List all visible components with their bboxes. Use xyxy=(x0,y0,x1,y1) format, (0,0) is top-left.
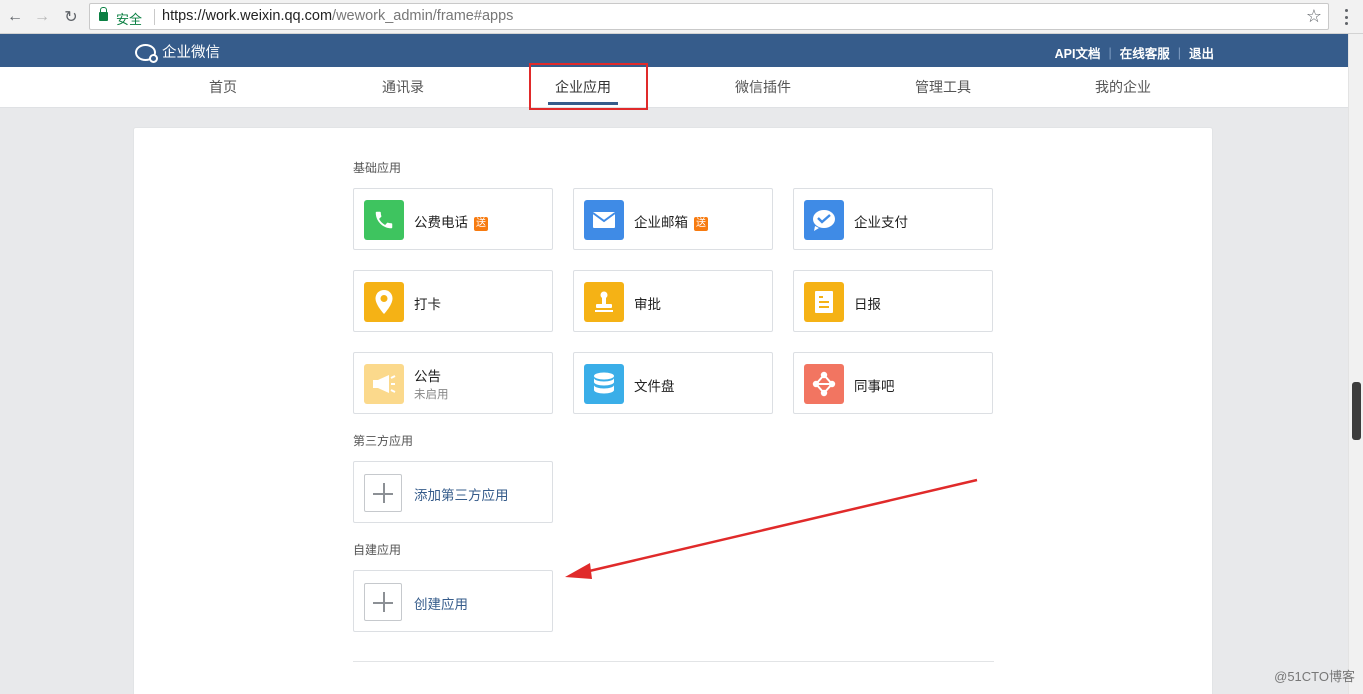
address-bar[interactable]: 安全 https://work.weixin.qq.com/wework_adm… xyxy=(89,3,1329,30)
logo-text: 企业微信 xyxy=(162,45,220,61)
browser-menu-icon[interactable] xyxy=(1338,7,1354,27)
api-docs-link[interactable]: API文档 xyxy=(1055,43,1101,62)
url-divider xyxy=(154,9,155,25)
header-links: API文档 | 在线客服 | 退出 xyxy=(1055,43,1214,62)
app-name: 日报 xyxy=(854,297,881,312)
logout-link[interactable]: 退出 xyxy=(1189,43,1214,62)
app-tile-enterprise-mail[interactable]: 企业邮箱送 xyxy=(573,188,773,250)
app-tile-announcement[interactable]: 公告 未启用 xyxy=(353,352,553,414)
database-icon xyxy=(584,364,624,404)
section-custom-apps: 自建应用 xyxy=(353,543,402,557)
wework-logo-icon xyxy=(135,43,158,63)
bookmark-star-icon[interactable]: ☆ xyxy=(1306,6,1322,27)
app-name: 文件盘 xyxy=(634,379,675,394)
add-third-party-app-button[interactable]: 添加第三方应用 xyxy=(353,461,553,523)
report-icon xyxy=(804,282,844,322)
app-tile-file-drive[interactable]: 文件盘 xyxy=(573,352,773,414)
page-scrollbar[interactable] xyxy=(1348,34,1363,694)
phone-icon xyxy=(364,200,404,240)
tab-wechat-plugin[interactable]: 微信插件 xyxy=(703,67,823,107)
gift-badge: 送 xyxy=(474,217,488,231)
app-name: 企业支付 xyxy=(854,215,908,230)
megaphone-icon xyxy=(364,364,404,404)
highlight-annotation-box xyxy=(529,63,648,110)
create-app-button[interactable]: 创建应用 xyxy=(353,570,553,632)
stamp-icon xyxy=(584,282,624,322)
browser-toolbar: ← → ↻ 安全 https://work.weixin.qq.com/wewo… xyxy=(0,0,1363,34)
back-arrow-icon[interactable]: ← xyxy=(4,6,26,28)
logo[interactable]: 企业微信 xyxy=(135,41,220,63)
main-nav: 首页 通讯录 企业应用 微信插件 管理工具 我的企业 xyxy=(0,67,1348,108)
app-name: 同事吧 xyxy=(854,379,895,394)
app-tile-approval[interactable]: 审批 xyxy=(573,270,773,332)
header-bar: 企业微信 API文档 | 在线客服 | 退出 xyxy=(0,34,1348,67)
network-icon xyxy=(804,364,844,404)
tab-contacts[interactable]: 通讯录 xyxy=(343,67,463,107)
plus-icon xyxy=(364,583,402,621)
watermark: @51CTO博客 xyxy=(1274,669,1355,684)
plus-icon xyxy=(364,474,402,512)
online-support-link[interactable]: 在线客服 xyxy=(1120,43,1170,62)
create-app-label: 创建应用 xyxy=(414,597,468,612)
app-tile-daily-report[interactable]: 日报 xyxy=(793,270,993,332)
app-name: 公费电话送 xyxy=(414,215,488,231)
app-tile-colleague-forum[interactable]: 同事吧 xyxy=(793,352,993,414)
lock-icon xyxy=(99,7,108,21)
app-name: 公告 xyxy=(414,369,441,384)
tab-home[interactable]: 首页 xyxy=(163,67,283,107)
app-name: 打卡 xyxy=(414,297,441,312)
add-third-party-label: 添加第三方应用 xyxy=(414,488,509,503)
section-divider xyxy=(353,661,994,662)
scrollbar-thumb[interactable] xyxy=(1352,382,1361,440)
link-separator: | xyxy=(1177,45,1181,60)
mail-icon xyxy=(584,200,624,240)
link-separator: | xyxy=(1108,45,1112,60)
reload-icon[interactable]: ↻ xyxy=(60,6,82,28)
section-basic-apps: 基础应用 xyxy=(353,161,402,175)
url-text: https://work.weixin.qq.com/wework_admin/… xyxy=(162,8,514,24)
secure-label: 安全 xyxy=(116,12,143,27)
tab-my-enterprise[interactable]: 我的企业 xyxy=(1063,67,1183,107)
app-tile-check-in[interactable]: 打卡 xyxy=(353,270,553,332)
app-name: 审批 xyxy=(634,297,661,312)
app-tile-public-phone[interactable]: 公费电话送 xyxy=(353,188,553,250)
gift-badge: 送 xyxy=(694,217,708,231)
app-name: 企业邮箱送 xyxy=(634,215,708,231)
pay-icon xyxy=(804,200,844,240)
location-pin-icon xyxy=(364,282,404,322)
section-third-party-apps: 第三方应用 xyxy=(353,434,414,448)
forward-arrow-icon[interactable]: → xyxy=(31,6,53,28)
apps-panel: 基础应用 公费电话送 企业邮箱送 企业支付 打卡 审批 日报 公告 未启用 文件… xyxy=(133,127,1213,694)
tab-management-tools[interactable]: 管理工具 xyxy=(883,67,1003,107)
app-status-disabled: 未启用 xyxy=(414,389,449,401)
app-tile-enterprise-pay[interactable]: 企业支付 xyxy=(793,188,993,250)
